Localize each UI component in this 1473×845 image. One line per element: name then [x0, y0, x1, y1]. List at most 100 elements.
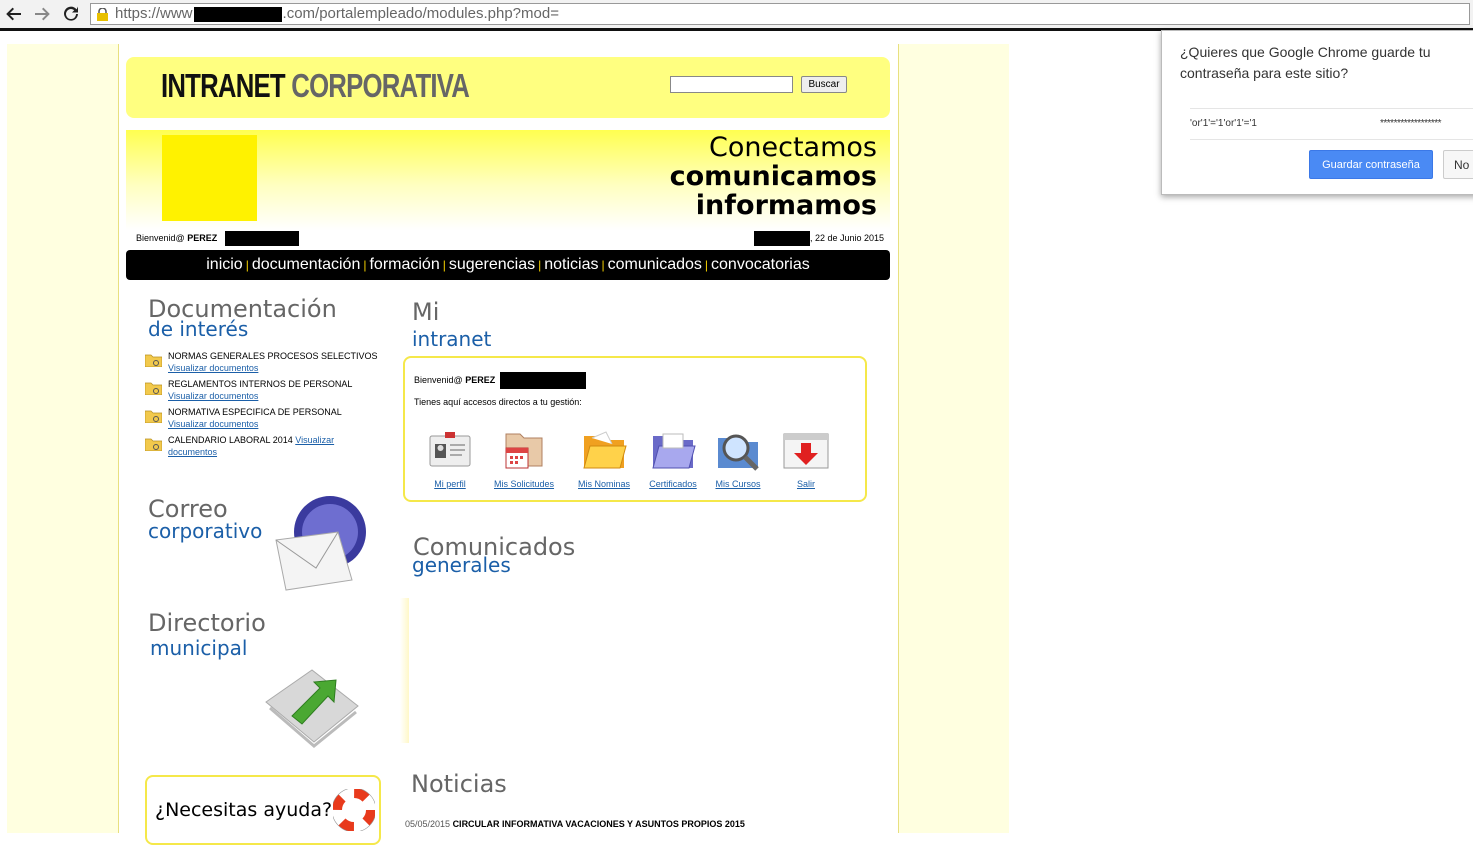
url-prefix: https://www: [115, 5, 193, 22]
doc-label: REGLAMENTOS INTERNOS DE PERSONAL: [168, 379, 353, 389]
folder-search-icon: [145, 354, 162, 367]
reload-icon[interactable]: [60, 5, 82, 25]
logo-part2: CORPORATIVA: [291, 67, 470, 104]
divider: [1190, 139, 1473, 140]
insecure-lock-icon: [96, 7, 109, 21]
saved-username: 'or'1'='1'or'1'='1: [1190, 118, 1257, 129]
nav-separator: |: [363, 258, 367, 272]
banner: Conectamos comunicamos informamos: [126, 130, 890, 230]
correo-title[interactable]: Correo: [148, 497, 228, 521]
nav-sugerencias[interactable]: sugerencias: [449, 256, 535, 273]
folder-purple-icon: [652, 433, 696, 469]
shortcut-mi-perfil[interactable]: Mi perfil: [426, 426, 474, 489]
id-card-icon: [429, 432, 471, 467]
lifebuoy-icon: [331, 787, 377, 833]
search-input[interactable]: [670, 76, 793, 93]
doc-label: CALENDARIO LABORAL 2014: [168, 435, 293, 445]
column-divider: [400, 598, 409, 743]
help-text: ¿Necesitas ayuda?: [155, 799, 333, 821]
shortcut-label: Mi perfil: [434, 479, 466, 489]
shortcut-label: Mis Nominas: [578, 479, 631, 489]
nav-separator: |: [245, 258, 249, 272]
doc-link[interactable]: Visualizar documentos: [168, 391, 258, 401]
folder-open-icon: [583, 431, 627, 469]
mi-intranet-subtitle: intranet: [412, 327, 492, 351]
no-save-button[interactable]: No: [1443, 150, 1473, 179]
intranet-intro: Tienes aquí accesos directos a tu gestió…: [414, 397, 582, 407]
calendar-folder-icon: [505, 433, 543, 469]
date-display: , 22 de Junio 2015: [753, 230, 884, 247]
news-item[interactable]: 05/05/2015 CIRCULAR INFORMATIVA VACACION…: [405, 819, 745, 829]
welcome-name: PEREZ: [187, 233, 218, 243]
directorio-title[interactable]: Directorio: [148, 611, 266, 635]
shortcut-label: Mis Cursos: [715, 479, 761, 489]
directory-export-icon[interactable]: [262, 662, 362, 750]
mail-envelope-icon[interactable]: [268, 490, 373, 595]
shortcut-label: Salir: [796, 479, 815, 489]
shortcut-mis-nominas[interactable]: Mis Nominas: [578, 426, 630, 489]
redacted-city: [753, 231, 810, 247]
shortcut-mis-cursos[interactable]: Mis Cursos: [714, 426, 762, 489]
mi-intranet-panel: Bienvenid@ PEREZ Tienes aquí accesos dir…: [403, 356, 867, 502]
news-date: 05/05/2015: [405, 819, 451, 829]
news-title[interactable]: CIRCULAR INFORMATIVA VACACIONES Y ASUNTO…: [453, 819, 745, 829]
saved-password-mask: ******************: [1380, 118, 1442, 129]
save-password-button[interactable]: Guardar contraseña: [1309, 150, 1433, 179]
nav-noticias[interactable]: noticias: [544, 256, 598, 273]
mi-intranet-title: Mi: [412, 298, 440, 326]
welcome-bar: Bienvenid@ PEREZ , 22 de Junio 2015: [126, 230, 890, 247]
site-logo[interactable]: INTRANET CORPORATIVA: [161, 67, 470, 105]
exit-arrow-icon: [783, 433, 829, 469]
main-nav: inicio | documentación | formación | sugerenci…: [126, 250, 890, 280]
save-password-question: ¿Quieres que Google Chrome guarde tu con…: [1180, 44, 1431, 81]
redacted-domain: [193, 6, 282, 22]
slogan-line3: informamos: [695, 190, 877, 221]
shortcut-mis-solicitudes[interactable]: Mis Solicitudes: [494, 426, 554, 489]
doc-label: NORMATIVA ESPECIFICA DE PERSONAL: [168, 407, 342, 417]
noticias-title: Noticias: [411, 770, 507, 798]
doc-link[interactable]: Visualizar documentos: [168, 363, 258, 373]
correo-subtitle[interactable]: corporativo: [148, 520, 262, 542]
intranet-welcome: Bienvenid@ PEREZ: [414, 372, 586, 389]
nav-documentacion[interactable]: documentación: [252, 256, 361, 273]
nav-inicio[interactable]: inicio: [206, 256, 242, 273]
address-bar[interactable]: https://www .com/portalempleado/modules.p…: [90, 3, 1470, 25]
shortcut-label: Mis Solicitudes: [494, 479, 555, 489]
nav-formacion[interactable]: formación: [369, 256, 439, 273]
search-button[interactable]: Buscar: [801, 76, 847, 93]
welcome-message: Bienvenid@ PEREZ: [136, 230, 299, 247]
documentacion-subtitle: de interés: [148, 317, 249, 341]
nav-separator: |: [704, 258, 709, 272]
slogan-line1: Conectamos: [709, 132, 877, 163]
help-box[interactable]: ¿Necesitas ayuda?: [145, 775, 381, 845]
redacted-surname: [499, 372, 586, 389]
intranet-welcome-prefix: Bienvenid@: [414, 374, 463, 385]
banner-photo: [162, 135, 257, 221]
shortcut-salir[interactable]: Salir: [782, 426, 830, 489]
nav-separator: |: [538, 258, 542, 272]
url-suffix: .com/portalempleado/modules.php?mod=: [282, 5, 559, 22]
forward-arrow-icon[interactable]: [31, 5, 53, 25]
back-arrow-icon[interactable]: [3, 5, 25, 25]
site-header: INTRANET CORPORATIVA Buscar: [126, 57, 890, 118]
nav-convocatorias[interactable]: convocatorias: [711, 256, 810, 273]
date-text: , 22 de Junio 2015: [809, 233, 884, 243]
slogan-line2: comunicamos: [669, 161, 877, 192]
divider: [1190, 108, 1473, 109]
folder-search-icon: [145, 382, 162, 395]
nav-separator: |: [601, 258, 605, 272]
doc-link[interactable]: Visualizar documentos: [168, 419, 258, 429]
shortcut-label: Certificados: [649, 479, 697, 489]
browser-toolbar: https://www .com/portalempleado/modules.p…: [0, 0, 1473, 31]
intranet-welcome-name: PEREZ: [465, 374, 496, 385]
doc-label: NORMAS GENERALES PROCESOS SELECTIVOS: [168, 351, 378, 361]
directorio-subtitle[interactable]: municipal: [150, 637, 247, 659]
comunicados-subtitle: generales: [412, 553, 511, 577]
banner-slogan: Conectamos comunicamos informamos: [670, 133, 877, 220]
logo-part1: INTRANET: [161, 67, 286, 104]
shortcut-certificados[interactable]: Certificados: [649, 426, 697, 489]
nav-comunicados[interactable]: comunicados: [608, 256, 702, 273]
nav-separator: |: [442, 258, 446, 272]
save-password-dialog: ¿Quieres que Google Chrome guarde tu con…: [1161, 30, 1473, 195]
magnifier-icon: [718, 434, 759, 471]
